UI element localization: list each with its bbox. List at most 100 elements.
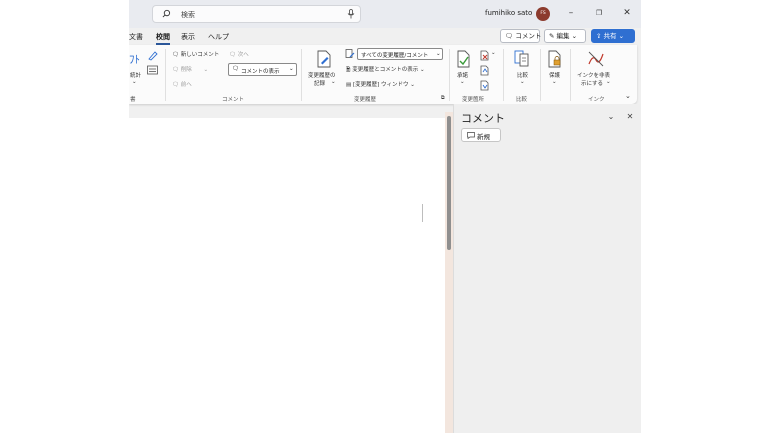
accept-change-label[interactable]: 承諾 <box>457 71 468 79</box>
compare-label[interactable]: 比較 <box>517 71 528 79</box>
group-divider <box>540 49 541 101</box>
chevron-down-icon: ⌄ <box>571 32 578 40</box>
group-divider <box>449 49 450 101</box>
pencil-icon: ✎ <box>549 32 555 40</box>
compare-icon[interactable] <box>514 50 530 68</box>
next-comment-button[interactable]: 🗨 次へ <box>229 50 249 58</box>
lock-icon[interactable] <box>548 50 562 68</box>
show-comments-label: コメントの表示 <box>241 68 280 75</box>
avatar[interactable]: FS <box>536 7 550 21</box>
changes-group-name: 変更箇所 <box>462 97 485 103</box>
tab-help[interactable]: ヘルプ <box>208 32 229 42</box>
group-divider <box>570 49 571 101</box>
new-comment-button[interactable]: 🗨 新しいコメント <box>172 50 219 58</box>
previous-comment-button[interactable]: 🗨 前へ <box>172 80 192 88</box>
search-label: 検索 <box>181 11 195 19</box>
partial-group-name: 書 <box>130 97 136 103</box>
protect-label[interactable]: 保護 <box>549 71 560 79</box>
partial-group-icon-text[interactable]: ﾌﾄ <box>129 51 140 67</box>
new-comment-pane-button[interactable]: 新規 <box>461 128 501 142</box>
hide-ink-icon[interactable] <box>587 50 605 68</box>
dialog-launcher-icon[interactable]: ⧉ <box>441 95 445 101</box>
show-markup-button[interactable]: 🗎 変更履歴とコメントの表示 ⌄ <box>346 65 425 75</box>
reviewing-pane-button[interactable]: ▤ [変更履歴] ウィンドウ ⌄ <box>346 80 415 88</box>
vertical-scrollbar[interactable] <box>445 112 453 433</box>
chevron-down-icon: ⌄ <box>491 50 496 56</box>
chevron-down-icon: ⌄ <box>419 67 425 73</box>
next-change-icon[interactable] <box>480 80 489 91</box>
comment-icon: 🗨 <box>505 32 514 40</box>
word-window: 検索 fumihiko sato FS – ❐ ✕ 文書 校閲 表示 ヘルプ 🗨… <box>129 0 641 433</box>
hide-ink-label-2[interactable]: 示にする <box>581 79 603 87</box>
list-icon[interactable] <box>147 65 158 75</box>
user-name: fumihiko sato <box>485 9 533 17</box>
share-label: 共有 <box>603 32 617 40</box>
microphone-icon[interactable] <box>347 9 355 19</box>
chevron-down-icon: ⌄ <box>520 79 525 85</box>
close-button[interactable]: ✕ <box>621 7 633 19</box>
next-comment-label: 次へ <box>237 52 249 58</box>
markup-select[interactable]: すべての変更履歴/コメント ⌄ <box>357 48 443 60</box>
restore-button[interactable]: ❐ <box>593 7 605 19</box>
comments-pane: コメント ⌄ ✕ 新規 <box>453 104 641 433</box>
close-pane-button[interactable]: ✕ <box>625 112 635 122</box>
partial-group-label[interactable]: 統計 <box>130 71 141 79</box>
reviewing-pane-label: [変更履歴] ウィンドウ <box>352 82 409 88</box>
new-comment-icon: 🗨 <box>172 52 179 58</box>
collapse-ribbon-icon[interactable]: ⌄ <box>625 92 631 100</box>
group-divider <box>503 49 504 101</box>
previous-change-icon[interactable] <box>480 65 489 76</box>
show-markup-label: 変更履歴とコメントの表示 <box>352 67 419 73</box>
chevron-down-icon: ⌄ <box>132 79 137 85</box>
accept-change-icon[interactable] <box>457 50 471 68</box>
comments-group-name: コメント <box>222 97 245 103</box>
minimize-button[interactable]: – <box>565 7 577 19</box>
tab-review[interactable]: 校閲 <box>156 32 170 45</box>
tracking-group-name: 変更履歴 <box>354 97 377 103</box>
share-button[interactable]: ⇪ 共有 ⌄ <box>591 29 635 43</box>
chevron-down-icon[interactable]: ⌄ <box>606 112 616 122</box>
tab-view[interactable]: 表示 <box>181 32 195 42</box>
comments-pane-title: コメント <box>461 112 505 125</box>
track-changes-label-1[interactable]: 変更履歴の <box>308 71 336 79</box>
chevron-down-icon: ⌄ <box>331 79 336 85</box>
document-canvas[interactable] <box>129 118 445 433</box>
share-icon: ⇪ <box>596 32 602 40</box>
compare-group-name: 比較 <box>516 97 528 103</box>
reviewing-pane-icon: ▤ <box>346 82 352 88</box>
group-divider <box>165 49 166 101</box>
ribbon: ﾌﾄ 統計 ⌄ 書 🗨 新しいコメント 🗨 次へ 🗨 削除 ⌄ 🗨 コメントの表… <box>129 45 637 104</box>
translate-icon[interactable] <box>147 50 158 61</box>
chevron-down-icon: ⌄ <box>606 79 611 85</box>
new-comment-label: 新しいコメント <box>180 52 220 58</box>
chevron-down-icon: ⌄ <box>410 82 415 88</box>
reject-change-icon[interactable] <box>480 50 489 61</box>
hide-ink-label-1[interactable]: インクを非表 <box>577 71 610 79</box>
edit-mode-button[interactable]: ✎ 編集 ⌄ <box>544 29 586 43</box>
comment-icon <box>467 132 475 139</box>
previous-comment-label: 前へ <box>180 82 192 88</box>
show-comments-button[interactable]: 🗨 コメントの表示 ⌄ <box>228 63 297 76</box>
chevron-down-icon: ⌄ <box>618 32 625 40</box>
markup-icon <box>345 49 355 58</box>
show-comments-icon: 🗨 <box>232 66 239 72</box>
delete-comment-button[interactable]: 🗨 削除 ⌄ <box>172 65 208 73</box>
chevron-down-icon: ⌄ <box>436 50 441 57</box>
show-markup-icon: 🗎 <box>346 67 351 73</box>
scrollbar-thumb[interactable] <box>447 116 451 250</box>
search-icon <box>162 9 171 18</box>
chevron-down-icon: ⌄ <box>289 66 294 72</box>
markup-select-value: すべての変更履歴/コメント <box>361 53 429 59</box>
chevron-down-icon: ⌄ <box>203 67 209 73</box>
delete-comment-label: 削除 <box>180 67 192 73</box>
search-box[interactable]: 検索 <box>152 5 361 23</box>
title-bar: 検索 fumihiko sato FS – ❐ ✕ <box>129 0 641 28</box>
comment-toggle-button[interactable]: 🗨 コメント <box>500 29 542 43</box>
track-changes-icon[interactable] <box>316 50 332 68</box>
track-changes-label-2[interactable]: 記録 <box>314 79 325 87</box>
text-cursor <box>422 204 423 222</box>
tab-document[interactable]: 文書 <box>129 32 143 42</box>
comment-toggle-label: コメント <box>515 32 542 40</box>
group-divider <box>301 49 302 101</box>
next-comment-icon: 🗨 <box>229 52 236 58</box>
